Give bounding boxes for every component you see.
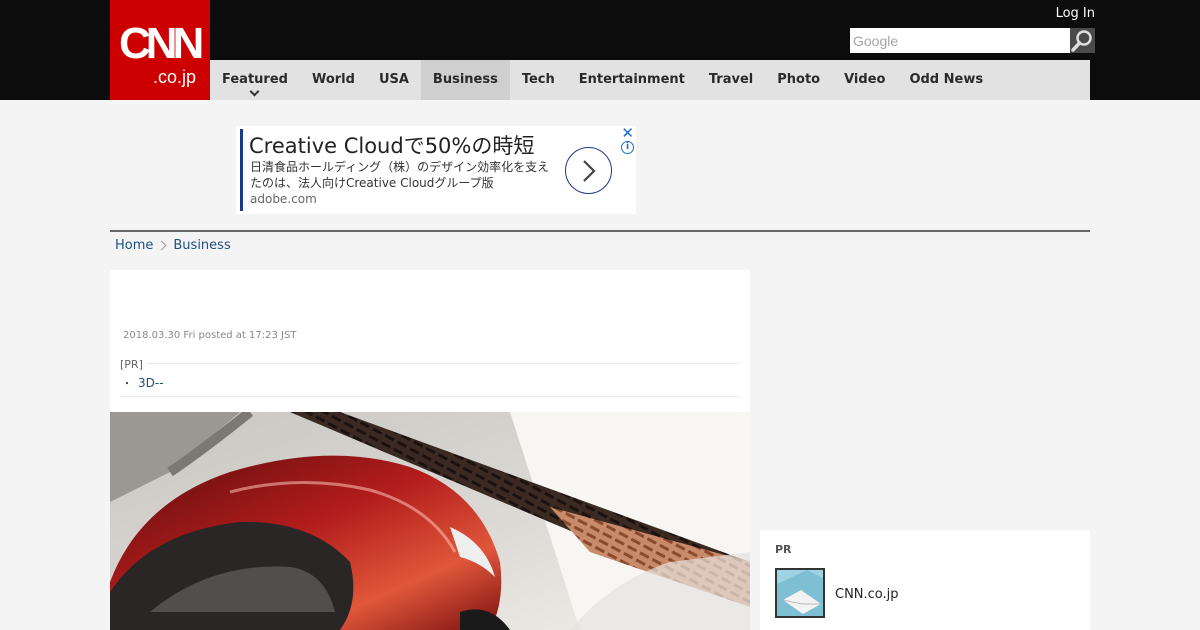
- ad-accent-bar: [240, 129, 243, 211]
- nav-item-tech[interactable]: Tech: [510, 60, 567, 100]
- top-bar: CNN .co.jp Log In Featured World USA Bus…: [0, 0, 1200, 100]
- chevron-down-icon: [249, 86, 260, 97]
- ad-next-button[interactable]: [565, 147, 612, 194]
- ad-description: 日清食品ホールディング（株）のデザイン効率化を支えたのは、法人向けCreativ…: [250, 160, 550, 190]
- breadcrumb-business[interactable]: Business: [173, 238, 230, 253]
- login-link[interactable]: Log In: [1056, 6, 1095, 21]
- search-button[interactable]: [1070, 28, 1095, 53]
- nav-label: Video: [844, 72, 886, 87]
- article-date: 2018.03.30 Fri posted at 17:23 JST: [123, 330, 297, 341]
- cnn-logo[interactable]: CNN .co.jp: [110, 0, 210, 100]
- nav-label: World: [311, 72, 355, 87]
- nav-label: Odd News: [909, 72, 984, 87]
- nav-item-odd-news[interactable]: Odd News: [897, 60, 995, 100]
- nav-item-photo[interactable]: Photo: [765, 60, 832, 100]
- nav-label: Photo: [777, 72, 821, 87]
- logo-main-text: CNN: [119, 19, 204, 68]
- ad-url[interactable]: adobe.com: [250, 192, 317, 206]
- article-card: 2018.03.30 Fri posted at 17:23 JST [PR] …: [110, 270, 750, 630]
- breadcrumb: Home Business: [115, 238, 231, 253]
- ad-banner[interactable]: Creative Cloudで50%の時短 日清食品ホールディング（株）のデザイ…: [236, 124, 636, 214]
- nav-label: USA: [378, 72, 409, 87]
- sidebar-pr-title[interactable]: CNN.co.jp: [835, 587, 899, 602]
- pr-divider-top: [120, 363, 740, 364]
- pr-link[interactable]: 3D--: [138, 376, 164, 390]
- nav-item-entertainment[interactable]: Entertainment: [567, 60, 697, 100]
- nav-item-featured[interactable]: Featured: [210, 60, 300, 100]
- search-icon: [1071, 30, 1092, 52]
- pr-bullet: ・: [122, 379, 132, 390]
- car-photo-image: [110, 412, 750, 630]
- sidebar-pr-label: PR: [775, 543, 792, 556]
- nav-item-usa[interactable]: USA: [367, 60, 421, 100]
- pr-label: [PR]: [120, 358, 147, 371]
- nav-item-video[interactable]: Video: [832, 60, 897, 100]
- chevron-right-icon: [583, 160, 596, 182]
- nav-label: Entertainment: [578, 72, 685, 87]
- nav-label: Tech: [521, 72, 555, 87]
- sidebar-pr-box: PR CNN.co.jp: [760, 530, 1090, 630]
- envelope-icon: [777, 570, 823, 616]
- nav-item-travel[interactable]: Travel: [697, 60, 765, 100]
- pr-list-item: ・ 3D--: [122, 375, 164, 390]
- breadcrumb-home[interactable]: Home: [115, 238, 153, 253]
- search-input[interactable]: [850, 28, 1070, 53]
- main-nav: Featured World USA Business Tech Enterta…: [210, 60, 1090, 100]
- nav-label: Business: [432, 72, 498, 87]
- nav-item-business[interactable]: Business: [420, 60, 510, 100]
- nav-label: Travel: [708, 72, 754, 87]
- pr-divider-bottom: [120, 396, 740, 397]
- search-box: [850, 28, 1095, 53]
- nav-label: Featured: [222, 72, 288, 87]
- ad-title[interactable]: Creative Cloudで50%の時短: [249, 130, 534, 160]
- sidebar-pr-thumbnail[interactable]: [775, 568, 825, 618]
- logo-sub-text: .co.jp: [153, 67, 197, 87]
- nav-item-world[interactable]: World: [300, 60, 367, 100]
- ad-info-icon[interactable]: i: [621, 141, 634, 154]
- chevron-right-icon: [156, 240, 167, 251]
- ad-close-icon[interactable]: ✕: [621, 124, 634, 142]
- article-photo: [110, 412, 750, 630]
- section-divider: [110, 230, 1090, 232]
